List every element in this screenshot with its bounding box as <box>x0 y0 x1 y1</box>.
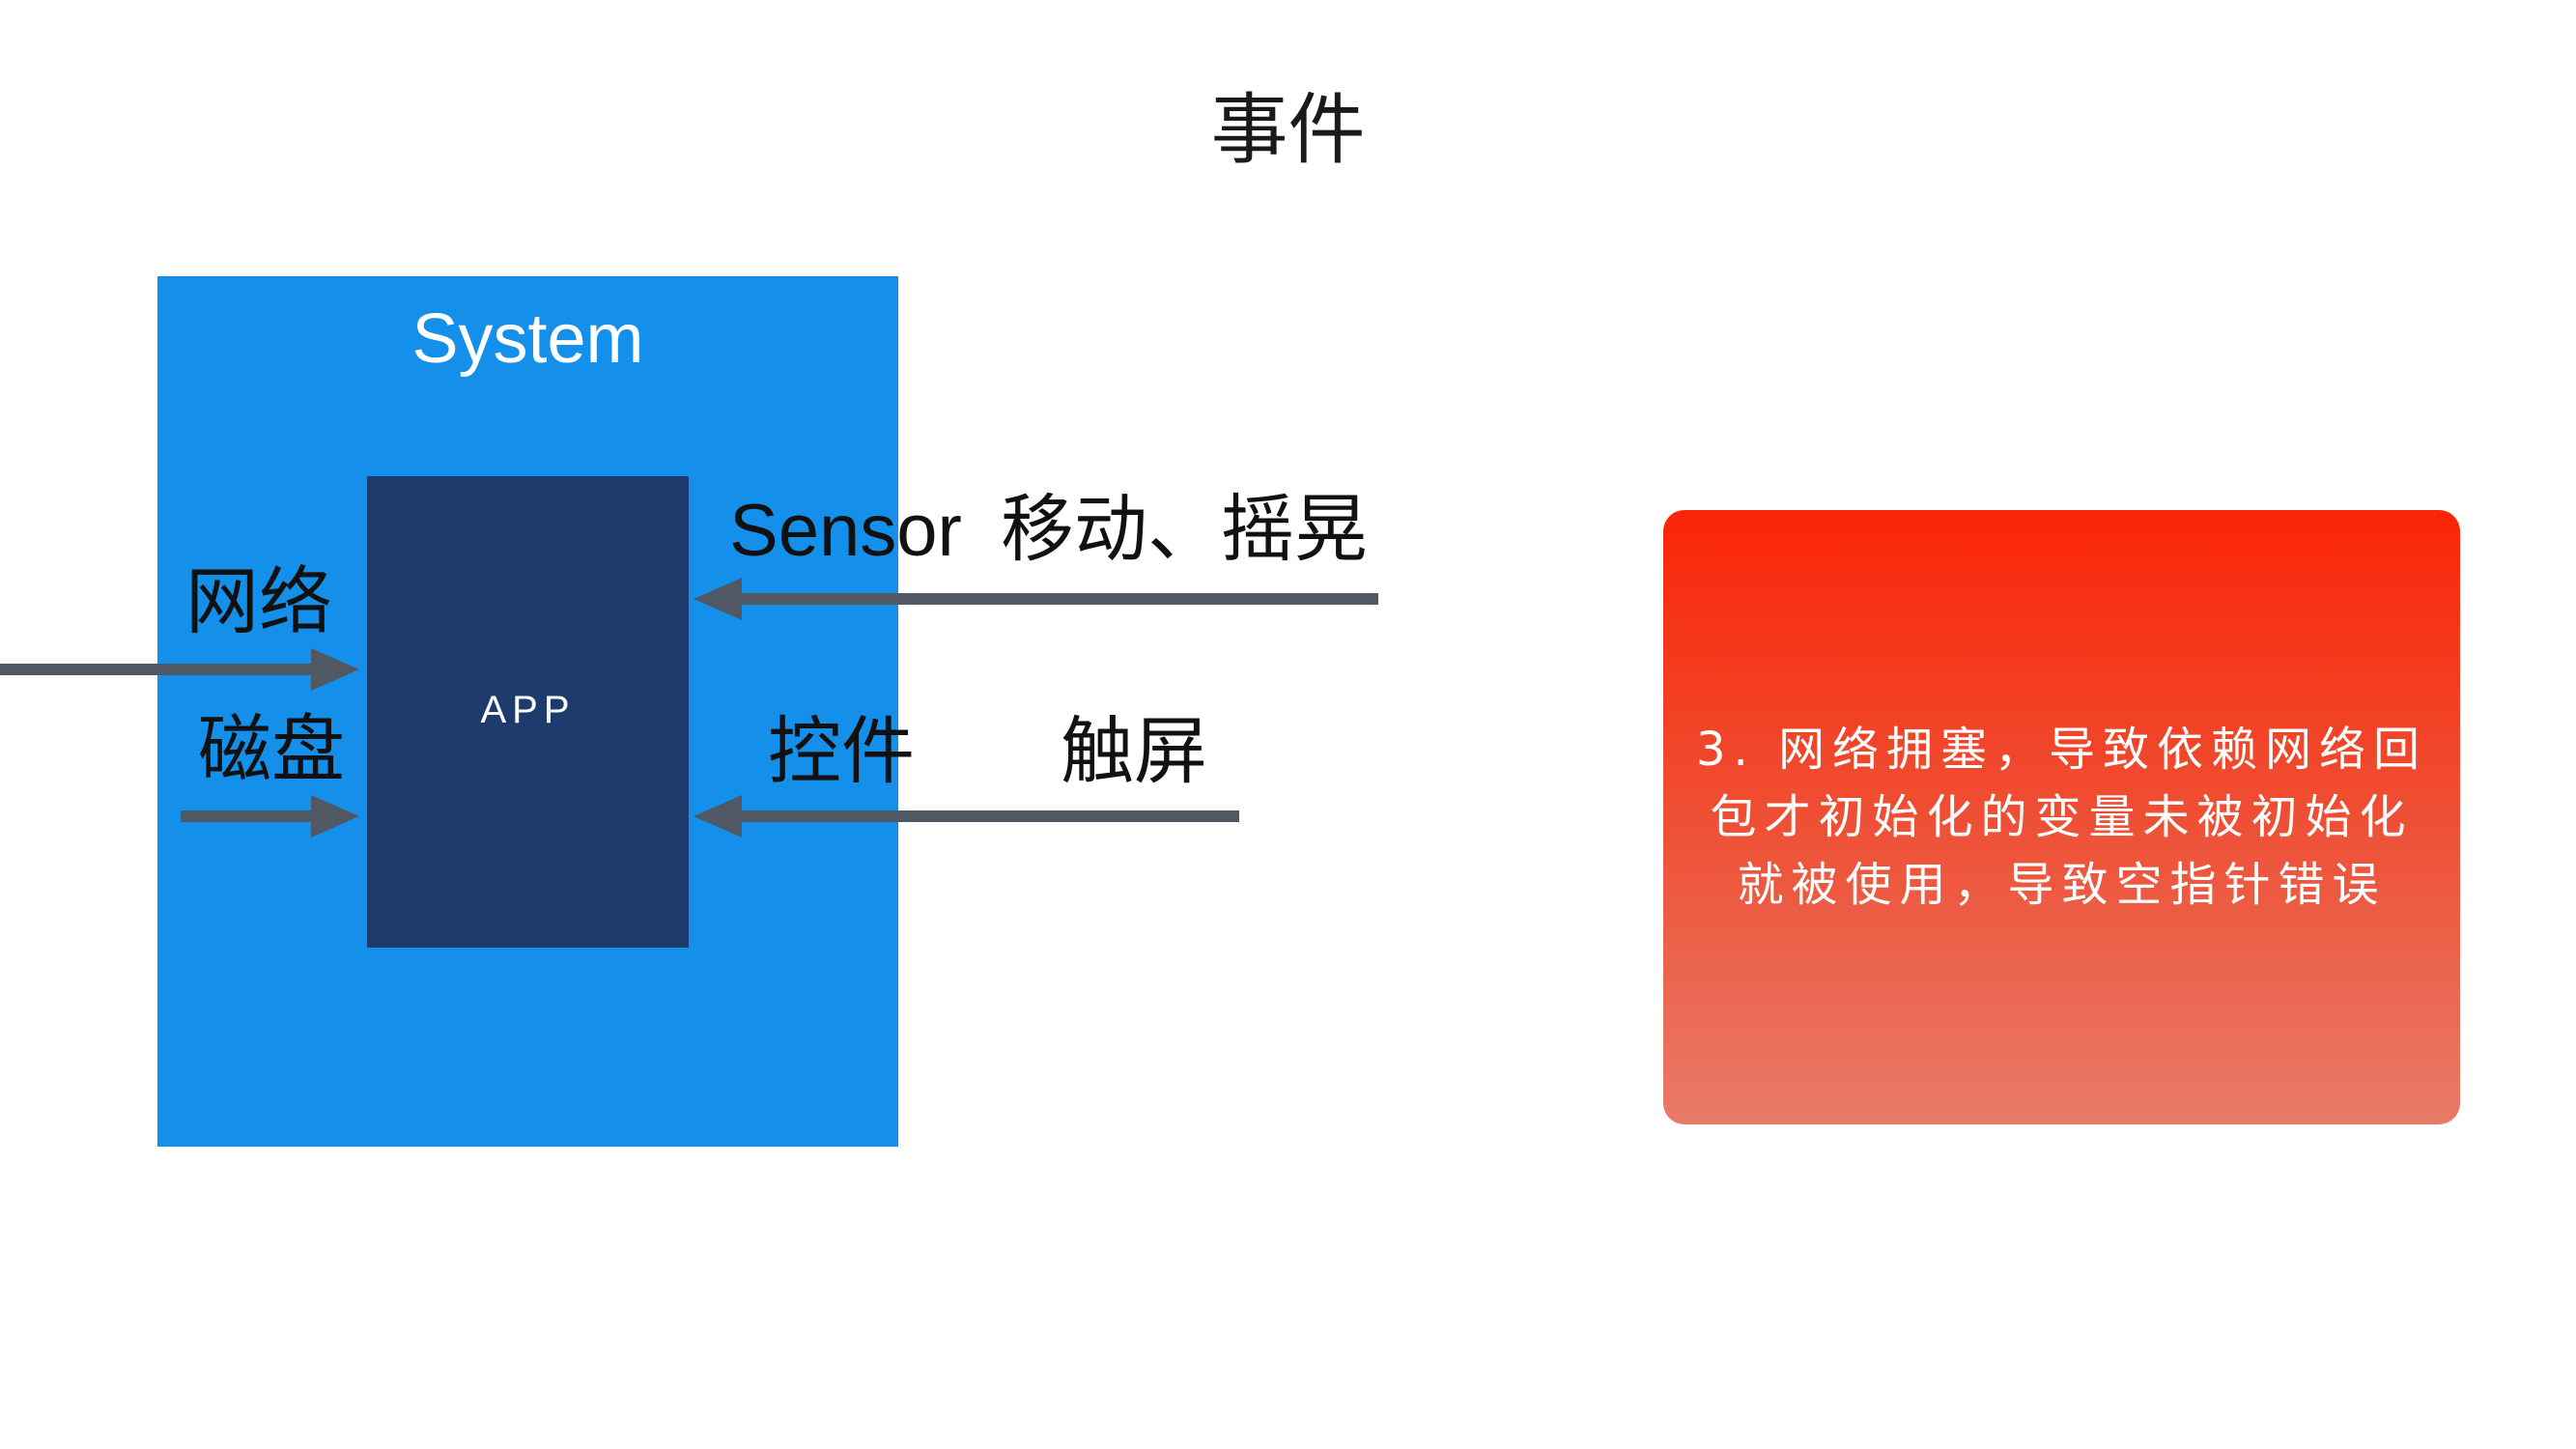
touchscreen-label: 触屏 <box>1061 708 1207 794</box>
sensor-detail-label: 移动、摇晃 <box>1001 486 1368 572</box>
network-label: 网络 <box>185 558 332 644</box>
sensor-label: Sensor <box>729 490 962 572</box>
disk-label: 磁盘 <box>198 706 345 792</box>
controls-label: 控件 <box>768 708 915 794</box>
callout-text: 3. 网络拥塞，导致依赖网络回包才初始化的变量未被初始化就被使用，导致空指针错误 <box>1695 723 2428 912</box>
slide-title: 事件 <box>1210 85 1366 175</box>
system-label: System <box>411 300 644 378</box>
callout-box: 3. 网络拥塞，导致依赖网络回包才初始化的变量未被初始化就被使用，导致空指针错误 <box>1663 510 2460 1124</box>
app-label: APP <box>480 689 576 731</box>
